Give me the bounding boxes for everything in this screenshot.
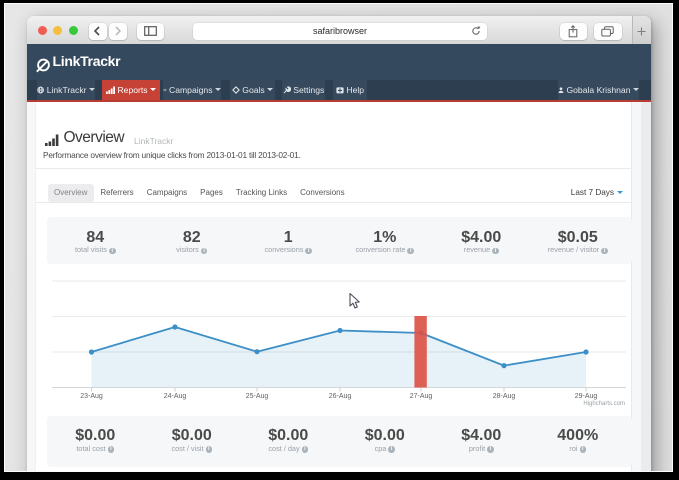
svg-text:25-Aug: 25-Aug [246, 393, 269, 400]
svg-text:28-Aug: 28-Aug [493, 393, 516, 400]
svg-text:Highcharts.com: Highcharts.com [583, 401, 625, 407]
svg-text:24-Aug: 24-Aug [164, 393, 187, 400]
svg-text:26-Aug: 26-Aug [329, 393, 352, 400]
svg-text:23-Aug: 23-Aug [80, 393, 103, 400]
svg-text:27-Aug: 27-Aug [410, 393, 433, 400]
svg-text:29-Aug: 29-Aug [575, 393, 598, 400]
